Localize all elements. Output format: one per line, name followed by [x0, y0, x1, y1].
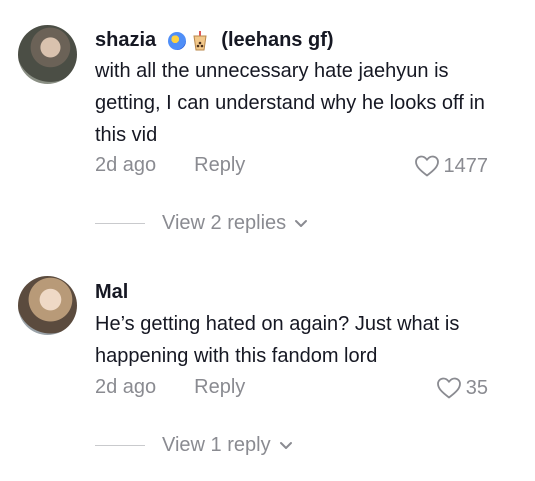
heart-icon[interactable]	[436, 376, 462, 400]
comment-text: with all the unnecessary hate jaehyun is…	[95, 60, 485, 146]
divider-line	[95, 445, 145, 446]
badge-group	[167, 30, 208, 51]
bubble-tea-icon	[193, 30, 207, 51]
comment-username[interactable]: shazia (leehans gf)	[95, 29, 334, 52]
comment-meta: 2d ago Reply	[95, 376, 245, 399]
username-tag: (leehans gf)	[221, 29, 334, 51]
globe-badge-icon	[167, 31, 186, 50]
username-text[interactable]: shazia	[95, 29, 156, 51]
avatar[interactable]	[18, 276, 77, 335]
view-replies-button[interactable]: View 1 reply	[95, 434, 293, 457]
like-button[interactable]: 1477	[414, 154, 489, 178]
view-replies-button[interactable]: View 2 replies	[95, 212, 308, 235]
comment-text: He’s getting hated on again? Just what i…	[95, 313, 460, 367]
like-count: 1477	[443, 154, 489, 177]
comment-time: 2d ago	[95, 376, 157, 398]
comment-time: 2d ago	[95, 154, 157, 176]
comment-meta: 2d ago Reply	[95, 154, 245, 177]
chevron-down-icon[interactable]	[294, 219, 308, 229]
reply-button[interactable]: Reply	[194, 154, 245, 177]
view-replies-label[interactable]: View 1 reply	[162, 434, 271, 457]
divider-line	[95, 223, 145, 224]
comment-username[interactable]: Mal	[95, 281, 128, 304]
view-replies-label[interactable]: View 2 replies	[162, 212, 286, 235]
chevron-down-icon[interactable]	[279, 441, 293, 451]
heart-icon[interactable]	[414, 154, 440, 178]
like-button[interactable]: 35	[436, 376, 488, 400]
like-count: 35	[465, 376, 488, 399]
avatar[interactable]	[18, 25, 77, 84]
reply-button[interactable]: Reply	[194, 376, 245, 399]
username-text[interactable]: Mal	[95, 281, 128, 303]
